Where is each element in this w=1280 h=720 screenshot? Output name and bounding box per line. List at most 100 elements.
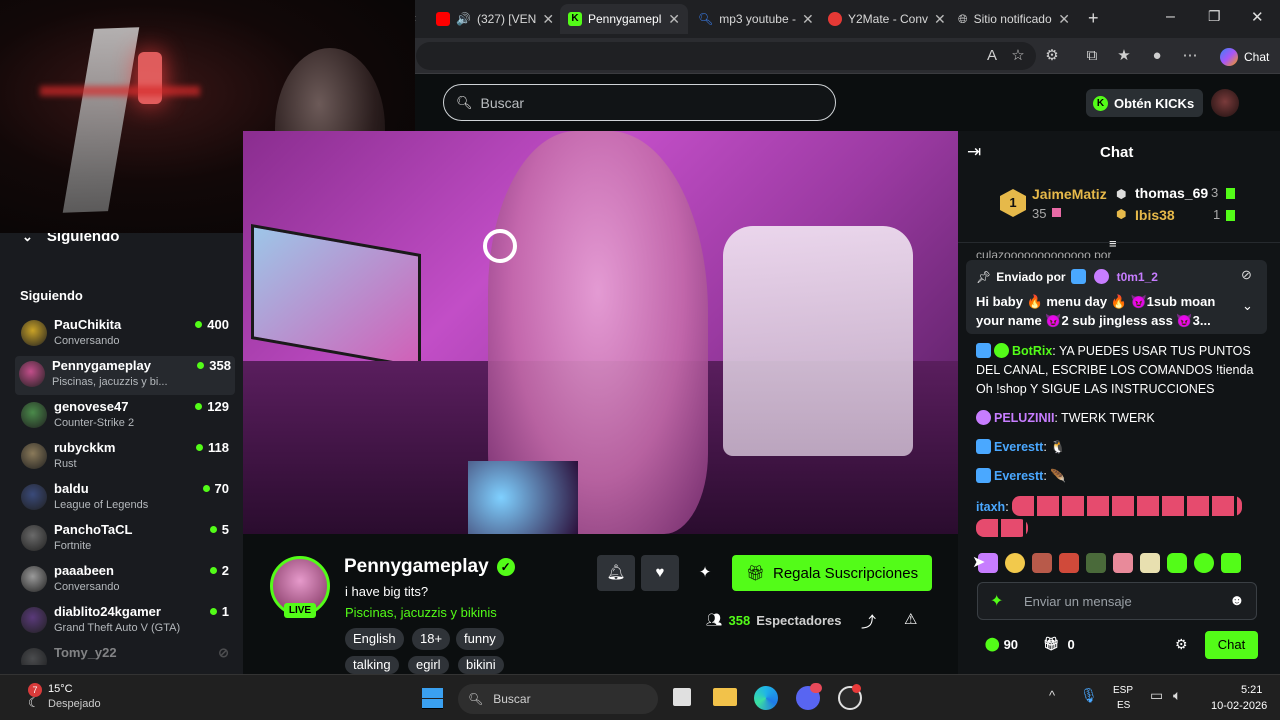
gifts-counter[interactable]: 🎁︎ 0 — [1043, 636, 1075, 652]
emote[interactable] — [1167, 553, 1187, 573]
favorite-star-icon[interactable]: ☆ — [1008, 46, 1028, 66]
chat-input[interactable]: ✦ Enviar un mensaje ☻ — [977, 582, 1257, 620]
channel-name[interactable]: Pennygameplay ✓ — [344, 556, 515, 578]
close-window-icon[interactable]: ✕ — [1251, 8, 1264, 26]
sidebar-item-pennygameplay[interactable]: Pennygameplay Piscinas, jacuzzis y bi... 3… — [15, 356, 235, 395]
tab-y2mate[interactable]: Y2Mate - Conv ✕ — [820, 4, 948, 34]
split-screen-icon[interactable]: ⧉ — [1082, 46, 1102, 66]
search-icon: 🔍︎ — [698, 12, 714, 26]
follow-heart-button[interactable]: ♥ — [641, 555, 679, 591]
sidebar-item-genovese47[interactable]: genovese47 Counter-Strike 2 129 — [17, 397, 233, 436]
tab-search[interactable]: 🔍︎ mp3 youtube - ✕ — [690, 4, 818, 34]
share-icon[interactable]: ⤴ — [861, 611, 876, 632]
emote[interactable] — [1086, 553, 1106, 573]
file-explorer-icon[interactable] — [713, 688, 737, 706]
close-icon[interactable]: ✕ — [1058, 11, 1070, 28]
copilot-chat-button[interactable]: Chat — [1212, 44, 1277, 70]
sparkle-button[interactable]: ✦ — [690, 555, 720, 591]
viewers-icon: 👥︎ — [706, 612, 723, 627]
unpin-icon[interactable]: ⊘ — [1241, 267, 1252, 283]
tag-talking[interactable]: talking — [345, 656, 399, 674]
emote[interactable] — [1005, 553, 1025, 573]
read-aloud-icon[interactable]: A — [982, 46, 1002, 66]
chat-username[interactable]: BotRix — [1012, 344, 1052, 358]
edge-browser-icon[interactable] — [754, 686, 778, 710]
search-input[interactable]: 🔍︎ Buscar — [443, 84, 836, 121]
gift-icon — [1226, 210, 1235, 221]
clock-time[interactable]: 5:21 — [1241, 684, 1262, 696]
close-icon[interactable]: ✕ — [668, 11, 680, 28]
live-dot-icon — [209, 526, 217, 533]
windows-start-icon[interactable] — [422, 688, 443, 709]
volume-icon[interactable]: 🔈︎ — [1173, 687, 1181, 704]
emote[interactable] — [1140, 553, 1160, 573]
profile-icon[interactable]: ● — [1147, 46, 1167, 66]
pinned-message[interactable]: 📌︎ Enviado por t0m1_2 ⊘ Hi baby 🔥 menu d… — [966, 260, 1267, 334]
language-top[interactable]: ESP — [1113, 685, 1133, 696]
close-icon[interactable]: ✕ — [934, 11, 946, 28]
video-player[interactable] — [243, 131, 958, 534]
favorites-icon[interactable]: ★ — [1114, 46, 1134, 66]
chat-settings-gear-icon[interactable]: ⚙ — [1175, 636, 1188, 653]
sidebar-item-diablito24kgamer[interactable]: diablito24kgamer Grand Theft Auto V (GTA)… — [17, 602, 233, 641]
webcam-light — [138, 52, 162, 104]
stream-category[interactable]: Piscinas, jacuzzis y bikinis — [345, 605, 497, 620]
leader-third-name[interactable]: Ibis38 — [1135, 207, 1175, 223]
tag-english[interactable]: English — [345, 628, 404, 650]
notification-bell-button[interactable]: 🔔︎ — [597, 555, 635, 591]
emote[interactable] — [1059, 553, 1079, 573]
avatar[interactable] — [1211, 89, 1239, 117]
sidebar-item-paaabeen[interactable]: paaabeen Conversando 2 — [17, 561, 233, 600]
weather-widget[interactable]: 7 ☾ 15°C Despejado — [26, 681, 146, 715]
pinned-author[interactable]: t0m1_2 — [1117, 270, 1158, 284]
emoji-icon[interactable]: ☻ — [1229, 592, 1245, 609]
leader-first-name[interactable]: JaimeMatiz — [1032, 186, 1107, 202]
chevron-down-icon[interactable]: ⌄ — [1242, 298, 1253, 314]
url-field[interactable] — [416, 42, 1036, 70]
task-view-icon[interactable] — [673, 688, 691, 706]
sidebar-item-baldu[interactable]: baldu League of Legends 70 — [17, 479, 233, 518]
channel-points[interactable]: ⬤ 90 — [985, 636, 1018, 652]
chevron-up-icon[interactable]: ^ — [1049, 688, 1055, 703]
emote[interactable] — [1221, 553, 1241, 573]
live-dot-icon — [209, 567, 217, 574]
tab-youtube[interactable]: 🔊 (327) [VEN ✕ — [428, 4, 558, 34]
emote[interactable] — [1194, 553, 1214, 573]
extensions-icon[interactable]: ⚙ — [1042, 46, 1062, 66]
maximize-icon[interactable]: ❐ — [1208, 8, 1221, 25]
sidebar-item-rubyckkm[interactable]: rubyckkm Rust 118 — [17, 438, 233, 477]
sidebar-item-panchotacl[interactable]: PanchoTaCL Fortnite 5 — [17, 520, 233, 559]
minimize-icon[interactable]: – — [1166, 8, 1175, 26]
tag-funny[interactable]: funny — [456, 628, 504, 650]
emote[interactable] — [1113, 553, 1133, 573]
chat-username[interactable]: Everestt — [994, 469, 1043, 483]
chat-username[interactable]: PELUZINII — [994, 411, 1054, 425]
badge-icon — [1070, 269, 1086, 284]
close-icon[interactable]: ✕ — [542, 11, 554, 28]
close-icon[interactable]: ✕ — [802, 11, 814, 28]
chat-username[interactable]: Everestt — [994, 440, 1043, 454]
tab-notified[interactable]: 🌐︎ Sitio notificado ✕ — [950, 4, 1078, 34]
tag-bikini[interactable]: bikini — [458, 656, 504, 674]
taskbar-search[interactable]: 🔍︎ Buscar — [458, 684, 658, 714]
chat-send-button[interactable]: Chat — [1205, 631, 1258, 659]
leader-second-name[interactable]: thomas_69 — [1135, 185, 1208, 201]
sidebar-item-tomy_y22[interactable]: Tomy_y22 ⊘ — [17, 643, 233, 665]
tag-egirl[interactable]: egirl — [408, 656, 449, 674]
clock-date[interactable]: 10-02-2026 — [1211, 700, 1267, 712]
more-icon[interactable]: ⋯ — [1180, 46, 1200, 66]
tag-18plus[interactable]: 18+ — [412, 628, 451, 650]
get-kicks-button[interactable]: K Obtén KICKs — [1086, 89, 1203, 117]
report-warning-icon[interactable]: ⚠ — [904, 610, 917, 628]
microphone-icon[interactable]: 🎙︎ — [1080, 687, 1098, 704]
stream-title: i have big tits? — [345, 584, 429, 599]
network-icon[interactable]: ▭ — [1150, 687, 1163, 704]
pinned-header: 📌︎ Enviado por t0m1_2 — [976, 269, 1158, 284]
tab-kick[interactable]: K Pennygameplay ✕ — [560, 4, 688, 34]
emote[interactable] — [1032, 553, 1052, 573]
new-tab-icon[interactable]: + — [1088, 8, 1099, 29]
sidebar-item-pauchikita[interactable]: PauChikita Conversando 400 — [17, 315, 233, 354]
chat-username[interactable]: itaxh — [976, 500, 1005, 514]
collapse-chat-icon[interactable]: ⇥ — [967, 142, 981, 162]
gift-subscriptions-button[interactable]: 🎁︎ Regala Suscripciones — [732, 555, 932, 591]
